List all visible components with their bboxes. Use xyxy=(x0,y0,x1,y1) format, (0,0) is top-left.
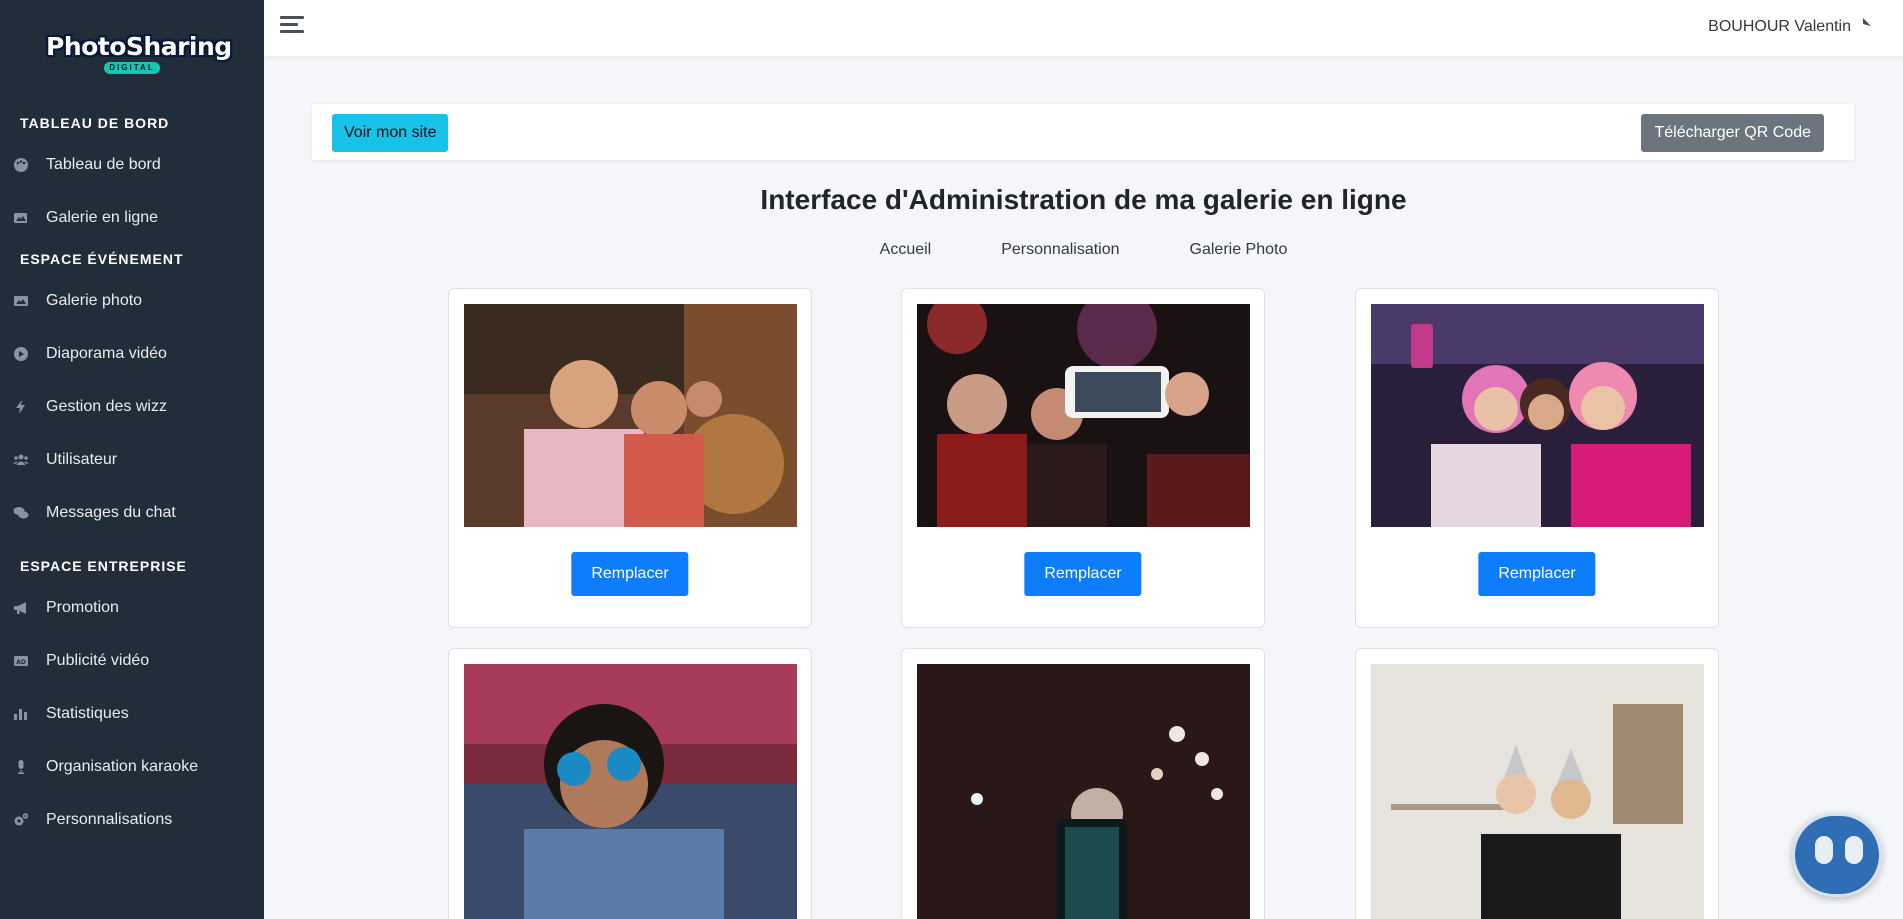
chatbot-launcher-icon[interactable] xyxy=(1792,813,1882,897)
sidebar-item-label: Personnalisations xyxy=(46,810,173,828)
sidebar-item-utilisateur[interactable]: Utilisateur xyxy=(0,433,264,486)
bullhorn-icon xyxy=(12,599,30,617)
photo-card xyxy=(448,648,812,919)
sidebar-item-organisation-karaoke[interactable]: Organisation karaoke xyxy=(0,740,264,793)
bar-chart-icon xyxy=(12,705,30,723)
tab-galerie-photo[interactable]: Galerie Photo xyxy=(1190,241,1288,259)
cogs-icon xyxy=(12,811,30,829)
sidebar-item-label: Gestion des wizz xyxy=(46,397,167,415)
chatbot-eye xyxy=(1845,836,1863,864)
sidebar-item-gestion-des-wizz[interactable]: Gestion des wizz xyxy=(0,380,264,433)
bolt-icon xyxy=(12,398,30,416)
sidebar-item-messages-du-chat[interactable]: Messages du chat xyxy=(0,486,264,539)
sidebar-item-label: Promotion xyxy=(46,598,119,616)
replace-photo-button[interactable]: Remplacer xyxy=(1024,552,1142,596)
replace-photo-button[interactable]: Remplacer xyxy=(1478,552,1596,596)
sidebar-item-label: Statistiques xyxy=(46,704,129,722)
ad-icon: AD xyxy=(12,652,30,670)
view-site-button[interactable]: Voir mon site xyxy=(332,114,449,152)
gallery-photo xyxy=(1371,664,1704,919)
image-icon xyxy=(12,292,30,310)
sidebar-item-label: Publicité vidéo xyxy=(46,651,150,669)
sidebar-item-statistiques[interactable]: Statistiques xyxy=(0,687,264,740)
sidebar-item-galerie-photo[interactable]: Galerie photo xyxy=(0,274,264,327)
sidebar-item-galerie-en-ligne[interactable]: Galerie en ligne xyxy=(0,191,264,244)
brand-logo[interactable]: PhotoSharing DIGITAL xyxy=(0,0,264,108)
sidebar-section-dashboard: TABLEAU DE BORD xyxy=(20,115,170,131)
gallery-photo xyxy=(464,304,797,527)
gallery-photo xyxy=(917,664,1250,919)
replace-photo-button[interactable]: Remplacer xyxy=(571,552,689,596)
photo-card xyxy=(1355,648,1719,919)
sidebar-item-label: Organisation karaoke xyxy=(46,757,199,775)
photo-card: Remplacer xyxy=(1355,288,1719,628)
play-circle-icon xyxy=(12,345,30,363)
action-bar: Voir mon site Télécharger QR Code xyxy=(312,104,1854,160)
users-icon xyxy=(12,451,30,469)
page-title: Interface d'Administration de ma galerie… xyxy=(760,184,1407,215)
menu-toggle-icon[interactable] xyxy=(280,16,304,38)
top-navbar: BOUHOUR Valentin xyxy=(264,0,1903,56)
sidebar-item-label: Diaporama vidéo xyxy=(46,344,167,362)
sidebar-item-diaporama-video[interactable]: Diaporama vidéo xyxy=(0,327,264,380)
gallery-photo xyxy=(1371,304,1704,527)
brand-logo-text: PhotoSharing xyxy=(46,32,232,61)
sidebar-item-promotion[interactable]: Promotion xyxy=(0,581,264,634)
photo-card xyxy=(901,648,1265,919)
microphone-icon xyxy=(12,758,30,776)
sidebar-section-entreprise: ESPACE ENTREPRISE xyxy=(20,558,187,574)
palette-icon xyxy=(12,156,30,174)
sidebar-item-label: Utilisateur xyxy=(46,450,118,468)
chatbot-eye xyxy=(1815,836,1833,864)
comments-icon xyxy=(12,504,30,522)
sidebar-item-publicite-video[interactable]: AD Publicité vidéo xyxy=(0,634,264,687)
photo-card: Remplacer xyxy=(448,288,812,628)
sidebar-section-evenement: ESPACE ÉVÉNEMENT xyxy=(20,251,184,267)
caret-icon[interactable] xyxy=(1863,18,1871,26)
tab-accueil[interactable]: Accueil xyxy=(880,241,932,259)
sidebar-item-tableau-de-bord[interactable]: Tableau de bord xyxy=(0,138,264,191)
sidebar-item-label: Tableau de bord xyxy=(46,155,161,173)
brand-logo-badge: DIGITAL xyxy=(104,62,160,74)
photo-card: Remplacer xyxy=(901,288,1265,628)
sidebar: PhotoSharing DIGITAL TABLEAU DE BORD Tab… xyxy=(0,0,264,919)
download-qr-button[interactable]: Télécharger QR Code xyxy=(1641,114,1824,152)
svg-text:AD: AD xyxy=(16,659,26,666)
sidebar-item-label: Galerie photo xyxy=(46,291,143,309)
sidebar-item-personnalisations[interactable]: Personnalisations xyxy=(0,793,264,846)
gallery-photo xyxy=(464,664,797,919)
sidebar-item-label: Galerie en ligne xyxy=(46,208,159,226)
tab-personnalisation[interactable]: Personnalisation xyxy=(1001,241,1119,259)
sidebar-item-label: Messages du chat xyxy=(46,503,176,521)
page-tabs: Accueil Personnalisation Galerie Photo xyxy=(264,241,1903,259)
user-menu[interactable]: BOUHOUR Valentin xyxy=(1708,18,1851,36)
gallery-photo xyxy=(917,304,1250,527)
images-icon xyxy=(12,209,30,227)
